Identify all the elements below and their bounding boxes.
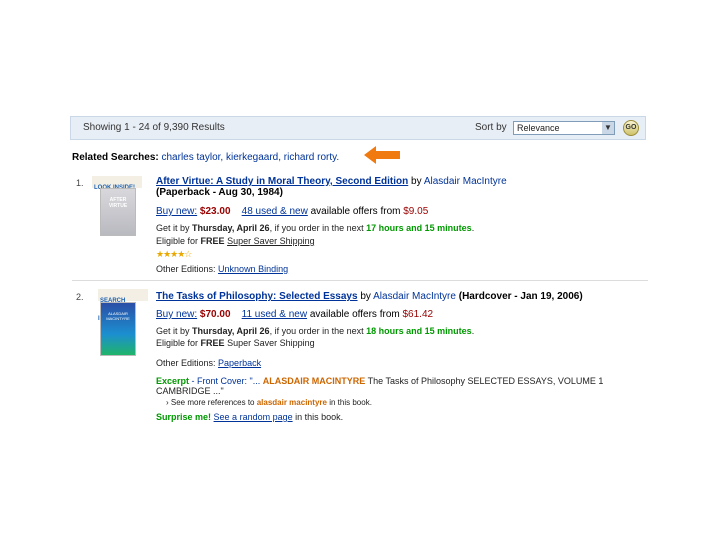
surprise-post: in this book. — [295, 412, 344, 422]
get-it-text: Get it by — [156, 326, 190, 336]
price: $70.00 — [199, 309, 231, 320]
arrow-left-icon — [364, 146, 400, 164]
delivery-time: 18 hours and 15 minutes — [366, 326, 472, 336]
cover-title: AFTER VIRTUE — [108, 197, 128, 209]
result-2-title-row: The Tasks of Philosophy: Selected Essays… — [156, 291, 646, 302]
related-link-kierkegaard[interactable]: kierkegaard, — [226, 152, 281, 163]
delivery-day: Thursday, April 26 — [192, 223, 270, 233]
excerpt-text-2: CAMBRIDGE ..." — [156, 386, 224, 396]
related-searches: Related Searches: charles taylor, kierke… — [72, 152, 339, 163]
search-inside-badge[interactable]: SEARCH INSIDE! — [98, 289, 148, 322]
other-edition-link[interactable]: Unknown Binding — [218, 264, 288, 274]
buy-new-link[interactable]: Buy new: — [156, 206, 197, 217]
other-editions-row: Other Editions: Paperback — [156, 358, 261, 368]
see-more-pre: › See more references to — [166, 398, 255, 407]
divider — [72, 280, 648, 281]
eligible-row: Eligible for FREE Super Saver Shipping — [156, 236, 315, 246]
by-text: by — [411, 176, 422, 187]
offers-price: $9.05 — [403, 206, 429, 217]
excerpt-source-link[interactable]: - Front Cover: "... — [192, 376, 261, 386]
get-it-text: Get it by — [156, 223, 190, 233]
delivery-day: Thursday, April 26 — [192, 326, 270, 336]
result-number: 1. — [76, 178, 84, 188]
look-inside-badge[interactable]: LOOK INSIDE! — [92, 176, 142, 191]
go-button[interactable]: GO — [623, 120, 639, 136]
author-link[interactable]: Alasdair MacIntyre — [373, 291, 456, 302]
other-editions-row: Other Editions: Unknown Binding — [156, 264, 288, 274]
results-count: Showing 1 - 24 of 9,390 Results — [83, 122, 225, 133]
see-more-link[interactable]: alasdair macintyre — [257, 398, 327, 407]
eligible-free: FREE — [200, 338, 225, 348]
surprise-row: Surprise me! See a random page in this b… — [156, 412, 343, 422]
result-title-link[interactable]: After Virtue: A Study in Moral Theory, S… — [156, 176, 408, 187]
delivery-row: Get it by Thursday, April 26, if you ord… — [156, 326, 475, 336]
other-edition-link[interactable]: Paperback — [218, 358, 261, 368]
format-text: (Hardcover - Jan 19, 2006) — [458, 291, 583, 302]
offers-link[interactable]: 11 used & new — [242, 309, 307, 320]
offers-from: from — [380, 206, 401, 217]
star-rating-icon[interactable]: ★★★★☆ — [156, 249, 192, 260]
by-text: by — [360, 291, 371, 302]
sort-select[interactable]: Relevance ▼ — [513, 121, 615, 135]
eligible-row: Eligible for FREE Super Saver Shipping — [156, 338, 315, 348]
sort-label: Sort by — [475, 122, 507, 133]
offers-from: from — [379, 309, 400, 320]
delivery-time: 17 hours and 15 minutes — [366, 223, 472, 233]
buy-new-link[interactable]: Buy new: — [156, 309, 197, 320]
related-label: Related Searches: — [72, 152, 159, 163]
book-cover-image[interactable]: ALASDAIR MACINTYRE — [100, 302, 136, 356]
offers-link[interactable]: 48 used & new — [242, 206, 308, 217]
result-number: 2. — [76, 292, 84, 302]
related-link-richard-rorty[interactable]: richard rorty. — [284, 152, 339, 163]
buy-row: Buy new: $70.00 11 used & new available … — [156, 309, 433, 320]
excerpt-label: Excerpt — [156, 376, 190, 386]
offers-price: $61.42 — [402, 309, 434, 320]
delivery-row: Get it by Thursday, April 26, if you ord… — [156, 223, 475, 233]
book-cover-image[interactable]: AFTER VIRTUE — [100, 188, 136, 236]
super-saver-text: Super Saver Shipping — [227, 338, 315, 348]
offers-text: available offers — [310, 206, 378, 217]
author-link[interactable]: Alasdair MacIntyre — [424, 176, 507, 187]
chevron-down-icon[interactable]: ▼ — [602, 122, 614, 134]
see-more-post: in this book. — [329, 398, 372, 407]
super-saver-link[interactable]: Super Saver Shipping — [227, 236, 315, 246]
excerpt-row: Excerpt - Front Cover: "... ALASDAIR MAC… — [156, 376, 646, 396]
result-title-link[interactable]: The Tasks of Philosophy: Selected Essays — [156, 291, 358, 302]
result-1-details: After Virtue: A Study in Moral Theory, S… — [156, 176, 616, 198]
buy-row: Buy new: $23.00 48 used & new available … — [156, 206, 428, 217]
sort-value: Relevance — [517, 123, 560, 133]
excerpt-text: The Tasks of Philosophy SELECTED ESSAYS,… — [367, 376, 604, 386]
delivery-mid: if you order in the next — [274, 223, 364, 233]
see-more-row: › See more references to alasdair macint… — [166, 398, 372, 407]
results-toolbar: Showing 1 - 24 of 9,390 Results Sort by … — [70, 116, 646, 140]
eligible-pre: Eligible for — [156, 236, 199, 246]
cover-title: ALASDAIR MACINTYRE — [106, 311, 130, 321]
delivery-mid: if you order in the next — [274, 326, 364, 336]
other-editions-label: Other Editions: — [156, 358, 216, 368]
other-editions-label: Other Editions: — [156, 264, 216, 274]
format-text: (Paperback - Aug 30, 1984) — [156, 187, 283, 198]
surprise-label: Surprise me! — [156, 412, 212, 422]
price: $23.00 — [199, 206, 231, 217]
related-link-charles-taylor[interactable]: charles taylor, — [162, 152, 224, 163]
offers-text: available offers — [309, 309, 377, 320]
random-page-link[interactable]: See a random page — [214, 412, 293, 422]
eligible-pre: Eligible for — [156, 338, 199, 348]
eligible-free: FREE — [200, 236, 225, 246]
excerpt-highlight: ALASDAIR MACINTYRE — [262, 376, 366, 386]
